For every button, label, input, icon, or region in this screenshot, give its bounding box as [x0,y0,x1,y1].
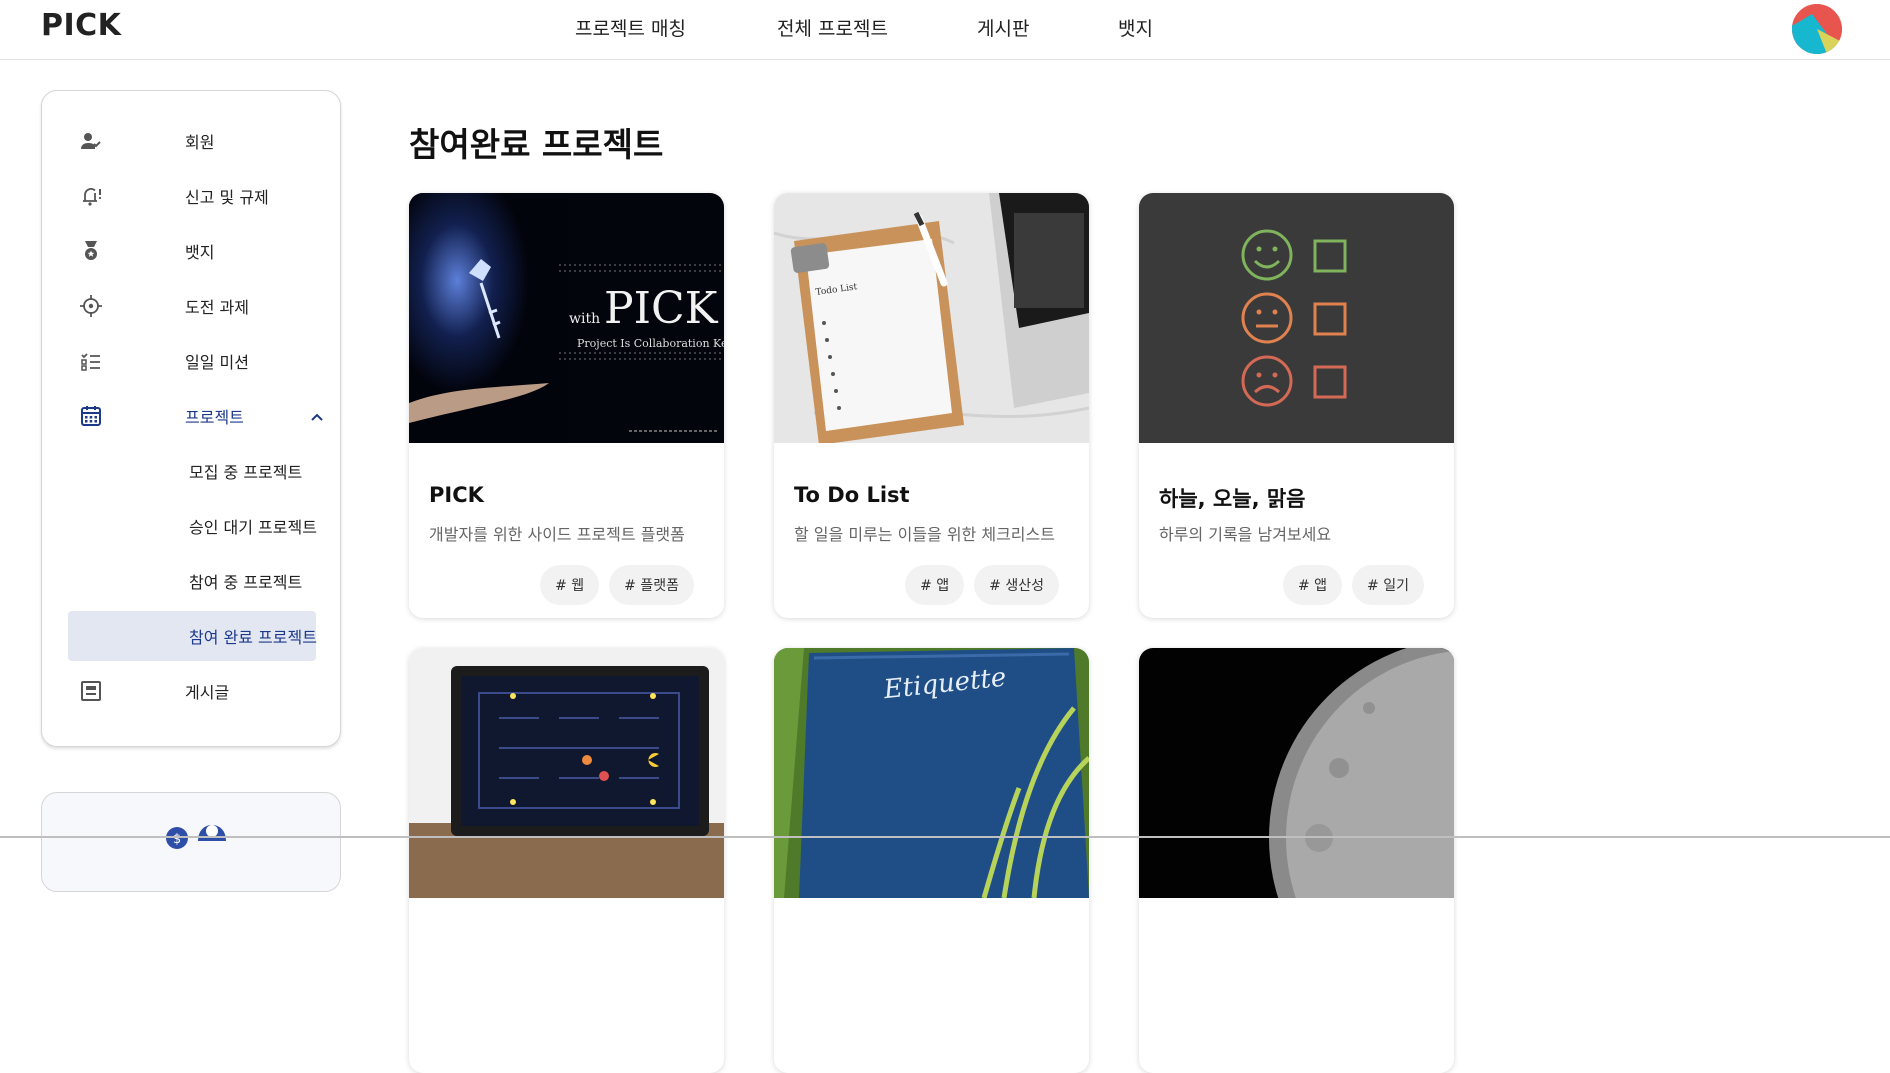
tag-chip[interactable]: # 앱 [905,565,965,605]
svg-text:Project Is Collaboration Key: Project Is Collaboration Key [577,337,724,350]
project-card-moon[interactable] [1139,648,1454,1073]
nav-project-matching[interactable]: 프로젝트 매칭 [575,14,686,41]
sidebar-sub-label: 참여 중 프로젝트 [189,573,303,592]
svg-text:$: $ [173,832,181,847]
sidebar-label: 신고 및 규제 [185,188,269,207]
sidebar-sub-completed[interactable]: 참여 완료 프로젝트 [68,611,317,661]
sidebar-label: 일일 미션 [185,353,249,372]
sidebar-sub-ongoing[interactable]: 참여 중 프로젝트 [68,556,316,606]
card-description: 할 일을 미루는 이들을 위한 체크리스트 [794,525,1055,544]
card-title: 하늘, 오늘, 맑음 [1159,487,1306,511]
sidebar-sub-recruiting[interactable]: 모집 중 프로젝트 [68,446,316,496]
svg-text:with: with [569,311,600,327]
project-thumbnail: Todo List [774,193,1089,443]
project-thumbnail [1139,648,1454,898]
sidebar-secondary-panel: $ [41,792,341,892]
nav-all-projects[interactable]: 전체 프로젝트 [777,14,888,41]
nav-board[interactable]: 게시판 [977,14,1029,41]
page-title: 참여완료 프로젝트 [409,125,664,164]
chevron-up-icon[interactable] [310,409,324,423]
bell-alert-icon [78,183,104,209]
top-header: PICK 프로젝트 매칭 전체 프로젝트 게시판 뱃지 [0,0,1890,60]
project-thumbnail: Etiquette [774,648,1089,898]
sidebar-label: 게시글 [185,683,230,702]
sidebar-sub-label: 참여 완료 프로젝트 [189,628,317,647]
sidebar-sub-label: 모집 중 프로젝트 [189,463,303,482]
tag-chip[interactable]: # 일기 [1352,565,1424,605]
main-nav: 프로젝트 매칭 전체 프로젝트 게시판 뱃지 [0,14,1890,44]
user-check-icon [78,128,104,154]
card-tags: # 앱 # 생산성 [905,565,1059,605]
checklist-icon [78,348,104,374]
sidebar-label: 뱃지 [185,243,215,262]
svg-text:PICK: PICK [604,283,719,334]
card-tags: # 웹 # 플랫폼 [540,565,694,605]
crosshair-icon [78,293,104,319]
sidebar-label: 회원 [185,133,215,152]
document-icon [78,678,104,704]
admin-sidebar: 회원 신고 및 규제 뱃지 도전 과제 일일 미션 프로젝트 모집 중 프로젝트… [41,90,341,747]
project-card-pacman[interactable] [409,648,724,1073]
tag-chip[interactable]: # 웹 [540,565,600,605]
tag-chip[interactable]: # 생산성 [974,565,1059,605]
sidebar-label: 프로젝트 [185,408,244,427]
sidebar-item-daily-mission[interactable]: 일일 미션 [68,336,316,386]
sidebar-item-challenges[interactable]: 도전 과제 [68,281,316,331]
sidebar-item-members[interactable]: 회원 [68,116,316,166]
sidebar-item-badge[interactable]: 뱃지 [68,226,316,276]
nav-badge[interactable]: 뱃지 [1118,14,1153,41]
tag-chip[interactable]: # 앱 [1282,565,1343,605]
medal-icon [78,238,104,264]
project-card-todo[interactable]: Todo List To Do List 할 일을 미루는 이들을 위한 체크리… [774,193,1089,618]
avatar[interactable] [1792,4,1842,54]
project-thumbnail: with PICK Project Is Collaboration Key [409,193,724,443]
sidebar-sub-pending[interactable]: 승인 대기 프로젝트 [68,501,317,551]
card-title: To Do List [794,483,910,507]
project-thumbnail [1139,193,1454,443]
card-title: PICK [429,483,484,507]
card-description: 개발자를 위한 사이드 프로젝트 플랫폼 [429,525,685,544]
sidebar-label: 도전 과제 [185,298,249,317]
tag-chip[interactable]: # 플랫폼 [609,565,694,605]
money-bag-icon: $ [166,825,226,849]
sidebar-sub-label: 승인 대기 프로젝트 [189,518,317,537]
project-card-etiquette[interactable]: Etiquette [774,648,1089,1073]
sidebar-item-project[interactable]: 프로젝트 [68,391,323,441]
calendar-icon [78,403,104,429]
project-card-pick[interactable]: with PICK Project Is Collaboration Key P… [409,193,724,618]
project-thumbnail [409,648,724,898]
project-card-sky[interactable]: 하늘, 오늘, 맑음 하루의 기록을 남겨보세요 # 앱 # 일기 [1139,193,1454,618]
sidebar-item-reports[interactable]: 신고 및 규제 [68,171,316,221]
card-description: 하루의 기록을 남겨보세요 [1159,525,1332,544]
card-tags: # 앱 # 일기 [1282,565,1424,605]
sidebar-item-posts[interactable]: 게시글 [68,666,316,716]
